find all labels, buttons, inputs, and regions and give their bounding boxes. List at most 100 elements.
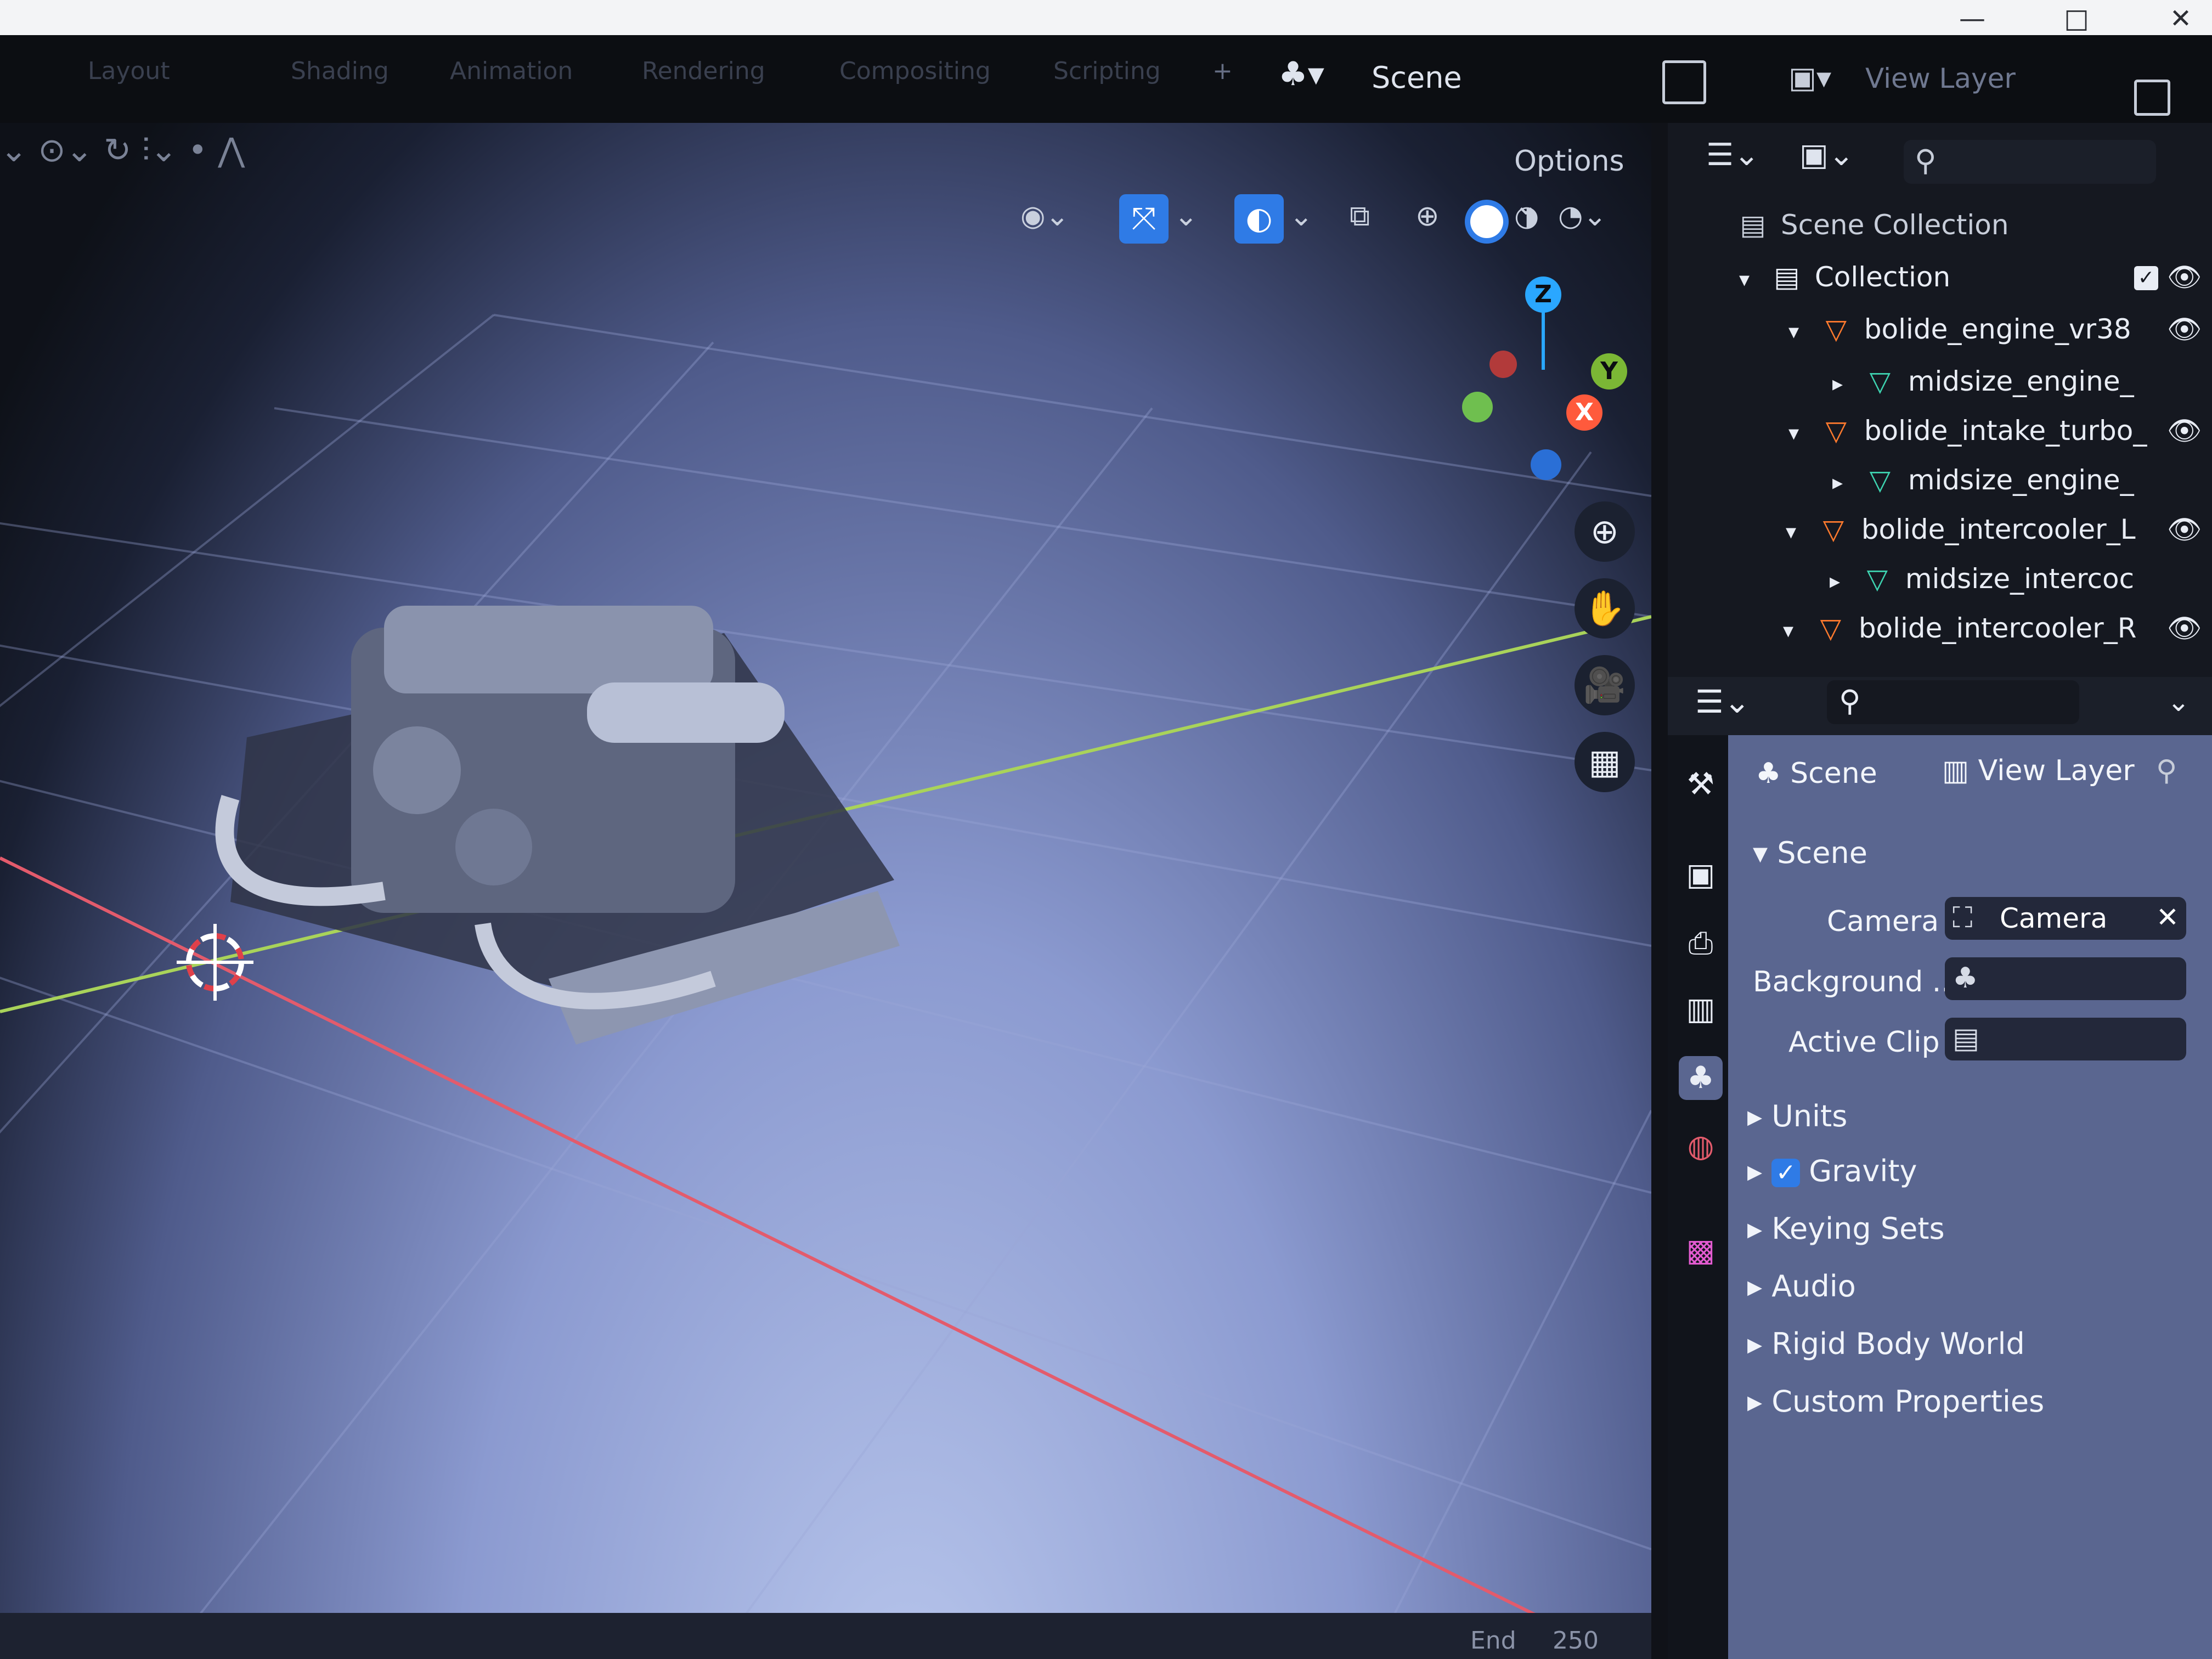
clear-camera-icon[interactable]: ✕ xyxy=(2156,901,2179,933)
section-units[interactable]: ▸ Units xyxy=(1747,1094,1847,1138)
camera-field[interactable]: ⛶ Camera ✕ xyxy=(1945,897,2186,940)
gizmo-neg-y[interactable] xyxy=(1462,392,1493,422)
close-button[interactable]: ✕ xyxy=(2140,5,2212,32)
render-tab-icon[interactable]: ▣ xyxy=(1679,853,1723,897)
gizmo-z[interactable]: Z xyxy=(1525,276,1561,313)
active-clip-field[interactable]: ▤ xyxy=(1945,1018,2186,1060)
zoom-icon[interactable]: ⊕ xyxy=(1575,501,1635,562)
expand-icon[interactable]: ▾ xyxy=(1783,611,1803,650)
mesh-data-icon: ▽ xyxy=(1866,563,1888,595)
add-workspace-button[interactable]: + xyxy=(1212,55,1233,88)
properties-editor-type-icon[interactable]: ☰⌄ xyxy=(1695,683,1751,720)
section-audio[interactable]: ▸ Audio xyxy=(1747,1265,1856,1308)
outliner-search-input[interactable]: ⚲ xyxy=(1904,140,2156,184)
overlays-toggle-icon[interactable]: ◐ xyxy=(1234,194,1284,244)
section-keying-sets[interactable]: ▸ Keying Sets xyxy=(1747,1207,1945,1251)
world-tab-icon[interactable]: ◍ xyxy=(1679,1125,1723,1169)
pin-icon[interactable]: ⚲ xyxy=(2156,754,2177,787)
gizmo-toggle-icon[interactable]: ⤧ xyxy=(1119,194,1169,244)
visibility-eye-icon[interactable]: 👁 xyxy=(2167,411,2202,450)
engine-model xyxy=(215,606,900,1045)
tab-compositing[interactable]: Compositing xyxy=(839,55,991,88)
transform-tools-icon[interactable]: ⌄ ⊙⌄ ↻ ⫶⌄ • ⋀ xyxy=(0,128,245,172)
collapse-icon[interactable]: ▸ xyxy=(1830,562,1849,600)
gizmo-neg-z[interactable] xyxy=(1531,449,1561,480)
outliner-row-collection[interactable]: ▾ ▤ Collection xyxy=(1739,258,1950,296)
texture-tab-icon[interactable]: ▩ xyxy=(1679,1229,1723,1273)
overlays-dropdown-icon[interactable]: ⌄ xyxy=(1289,194,1313,238)
breadcrumb-view-layer: ▥ View Layer xyxy=(1942,754,2135,787)
xray-icon[interactable]: ⧉ xyxy=(1350,194,1370,238)
expand-icon[interactable]: ▾ xyxy=(1739,260,1759,298)
background-field[interactable]: ♣ xyxy=(1945,957,2186,1000)
visibility-eye-icon[interactable]: 👁 xyxy=(2167,609,2202,647)
end-frame-value[interactable]: 250 xyxy=(1553,1627,1599,1655)
tab-animation[interactable]: Animation xyxy=(450,55,573,88)
mesh-object-icon: ▽ xyxy=(1825,313,1847,345)
outliner-filter-icon[interactable]: ▣⌄ xyxy=(1799,137,1854,173)
tool-tab-icon[interactable]: ⚒ xyxy=(1679,763,1723,806)
expand-icon[interactable]: ▾ xyxy=(1788,414,1808,452)
breadcrumb-scene: ♣ Scene xyxy=(1756,757,1877,790)
outliner-scene-collection[interactable]: ▤ Scene Collection xyxy=(1734,206,2008,244)
wireframe-shading-icon[interactable]: ⊕ xyxy=(1415,194,1440,238)
scene-name[interactable]: Scene xyxy=(1372,60,1462,95)
3d-viewport[interactable]: ⌄ ⊙⌄ ↻ ⫶⌄ • ⋀ Options ⌄ ◉⌄ ⤧ ⌄ ◐ ⌄ ⧉ ⊕ ◑… xyxy=(0,123,1651,1659)
active-clip-label: Active Clip xyxy=(1788,1026,1940,1059)
collection-checkbox[interactable]: ✓ xyxy=(2134,266,2158,290)
outliner-row-object[interactable]: ▾ ▽ bolide_intake_turbo_ xyxy=(1788,411,2147,450)
expand-icon[interactable]: ▾ xyxy=(1786,512,1805,551)
rendered-shading-icon[interactable]: ◔⌄ xyxy=(1558,194,1607,238)
gizmo-dropdown-icon[interactable]: ⌄ xyxy=(1174,194,1198,238)
tab-rendering[interactable]: Rendering xyxy=(642,55,765,88)
scene-tab-icon[interactable]: ♣ xyxy=(1679,1056,1723,1100)
visibility-icon[interactable]: ◉⌄ xyxy=(1020,194,1069,238)
section-custom-properties[interactable]: ▸ Custom Properties xyxy=(1747,1380,2044,1424)
search-icon: ⚲ xyxy=(1839,684,1861,718)
visibility-eye-icon[interactable]: 👁 xyxy=(2167,310,2202,348)
gizmo-x[interactable]: X xyxy=(1566,394,1602,431)
minimize-button[interactable]: — xyxy=(1931,5,2013,32)
visibility-eye-icon[interactable]: 👁 xyxy=(2167,510,2202,549)
camera-view-icon[interactable]: 🎥 xyxy=(1575,655,1635,715)
3d-cursor xyxy=(177,924,253,1001)
mesh-data-icon: ▽ xyxy=(1869,365,1891,397)
expand-icon[interactable]: ▾ xyxy=(1788,312,1808,351)
perspective-grid-icon[interactable]: ▦ xyxy=(1575,732,1635,792)
background-label: Background ... xyxy=(1753,966,1960,998)
copy-scene-icon[interactable] xyxy=(1662,60,1706,104)
view-layer-name[interactable]: View Layer xyxy=(1865,63,2016,94)
options-dropdown[interactable]: Options ⌄ xyxy=(1514,139,1651,222)
properties-search-input[interactable]: ⚲ xyxy=(1827,680,2079,724)
outliner-row-mesh[interactable]: ▸ ▽ midsize_intercoc xyxy=(1830,560,2134,598)
outliner-row-mesh[interactable]: ▸ ▽ midsize_engine_ xyxy=(1832,362,2134,400)
tab-scripting[interactable]: Scripting xyxy=(1053,55,1161,88)
maximize-button[interactable]: □ xyxy=(2035,5,2118,32)
tab-layout[interactable]: Layout xyxy=(88,55,170,88)
gravity-checkbox[interactable]: ✓ xyxy=(1771,1159,1801,1188)
outliner-row-mesh[interactable]: ▸ ▽ midsize_engine_ xyxy=(1832,461,2134,499)
section-gravity[interactable]: ▸ ✓ Gravity xyxy=(1747,1149,1917,1193)
collapse-icon[interactable]: ▸ xyxy=(1832,463,1852,501)
solid-shading-icon[interactable] xyxy=(1465,200,1509,244)
collapse-icon[interactable]: ▸ xyxy=(1832,364,1852,403)
scene-icon[interactable]: ♣▾ xyxy=(1278,55,1324,93)
properties-options-icon[interactable]: ⌄ xyxy=(2167,686,2190,718)
outliner-row-object[interactable]: ▾ ▽ bolide_engine_vr38 xyxy=(1788,310,2131,348)
tab-shading[interactable]: Shading xyxy=(291,55,389,88)
pan-hand-icon[interactable]: ✋ xyxy=(1575,578,1635,639)
gizmo-y[interactable]: Y xyxy=(1591,353,1627,390)
material-shading-icon[interactable]: ◑ xyxy=(1514,194,1539,238)
copy-view-layer-icon[interactable] xyxy=(2134,80,2170,116)
output-tab-icon[interactable]: ⎙ xyxy=(1679,922,1723,966)
outliner-row-object[interactable]: ▾ ▽ bolide_intercooler_L xyxy=(1786,510,2136,549)
outliner-display-mode-icon[interactable]: ☰⌄ xyxy=(1706,137,1759,173)
view-layer-icon[interactable]: ▣▾ xyxy=(1788,60,1831,95)
view-layer-tab-icon[interactable]: ▥ xyxy=(1679,988,1723,1031)
section-rigid-body-world[interactable]: ▸ Rigid Body World xyxy=(1747,1322,2025,1366)
mesh-object-icon: ▽ xyxy=(1825,415,1847,447)
gizmo-neg-x[interactable] xyxy=(1489,351,1517,378)
section-scene-header[interactable]: ▾ Scene xyxy=(1753,831,1867,875)
visibility-eye-icon[interactable]: 👁 xyxy=(2167,258,2202,296)
outliner-row-object[interactable]: ▾ ▽ bolide_intercooler_R xyxy=(1783,609,2136,647)
